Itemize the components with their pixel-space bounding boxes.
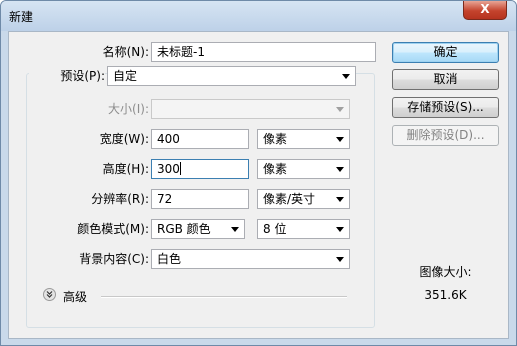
image-size-label: 图像大小: — [419, 265, 472, 279]
width-field[interactable]: 400 — [151, 129, 249, 149]
width-unit-select[interactable]: 像素 — [257, 129, 350, 149]
size-select[interactable] — [151, 99, 350, 119]
name-field[interactable]: 未标题-1 — [151, 42, 376, 62]
chevron-down-icon — [336, 257, 344, 262]
double-chevron-down-icon[interactable] — [43, 288, 56, 301]
background-select[interactable]: 白色 — [151, 249, 350, 269]
advanced-label[interactable]: 高级 — [63, 290, 87, 304]
size-label: 大小(I): — [108, 102, 149, 116]
chevron-down-icon — [342, 74, 350, 79]
width-label: 宽度(W): — [99, 132, 149, 146]
name-label: 名称(N): — [102, 45, 149, 59]
color-mode-select[interactable]: RGB 颜色 — [151, 219, 245, 239]
title-bar[interactable]: 新建 X — [1, 1, 516, 31]
height-unit-select[interactable]: 像素 — [257, 159, 350, 179]
height-field[interactable]: 300 — [151, 159, 249, 179]
bit-depth-select[interactable]: 8 位 — [257, 219, 350, 239]
preset-value: 自定 — [113, 69, 138, 83]
height-unit-value: 像素 — [263, 162, 288, 176]
close-button[interactable]: X — [463, 1, 507, 20]
delete-preset-button[interactable]: 删除预设(D)... — [392, 125, 499, 146]
resolution-label: 分辨率(R): — [91, 192, 149, 206]
chevron-down-icon — [336, 107, 344, 112]
new-document-dialog: 新建 X 名称(N): 未标题-1 预设(P): 自定 大小(I): 宽度(W)… — [0, 0, 517, 346]
image-size-value: 351.6K — [424, 288, 467, 302]
text-cursor — [179, 162, 181, 175]
background-value: 白色 — [157, 252, 182, 266]
preset-label: 预设(P): — [29, 69, 105, 83]
height-label: 高度(H): — [102, 162, 149, 176]
advanced-divider — [101, 296, 347, 298]
chevron-down-icon — [336, 197, 344, 202]
preset-select[interactable]: 自定 — [107, 66, 356, 86]
window-title: 新建 — [9, 10, 34, 24]
color-mode-value: RGB 颜色 — [157, 222, 211, 236]
height-value: 300 — [157, 162, 180, 176]
cancel-button[interactable]: 取消 — [392, 69, 499, 90]
chevron-down-icon — [336, 137, 344, 142]
chevron-down-icon — [336, 167, 344, 172]
background-label: 背景内容(C): — [79, 252, 149, 266]
color-mode-label: 颜色模式(M): — [77, 222, 149, 236]
dialog-body: 名称(N): 未标题-1 预设(P): 自定 大小(I): 宽度(W): 400… — [8, 31, 509, 339]
width-unit-value: 像素 — [263, 132, 288, 146]
save-preset-button[interactable]: 存储预设(S)... — [392, 97, 499, 118]
chevron-down-icon — [336, 227, 344, 232]
resolution-field[interactable]: 72 — [151, 189, 249, 209]
resolution-unit-select[interactable]: 像素/英寸 — [257, 189, 350, 209]
bit-depth-value: 8 位 — [263, 222, 287, 236]
close-icon: X — [480, 2, 490, 16]
ok-button[interactable]: 确定 — [392, 42, 499, 63]
chevron-down-icon — [231, 227, 239, 232]
resolution-unit-value: 像素/英寸 — [263, 192, 316, 206]
